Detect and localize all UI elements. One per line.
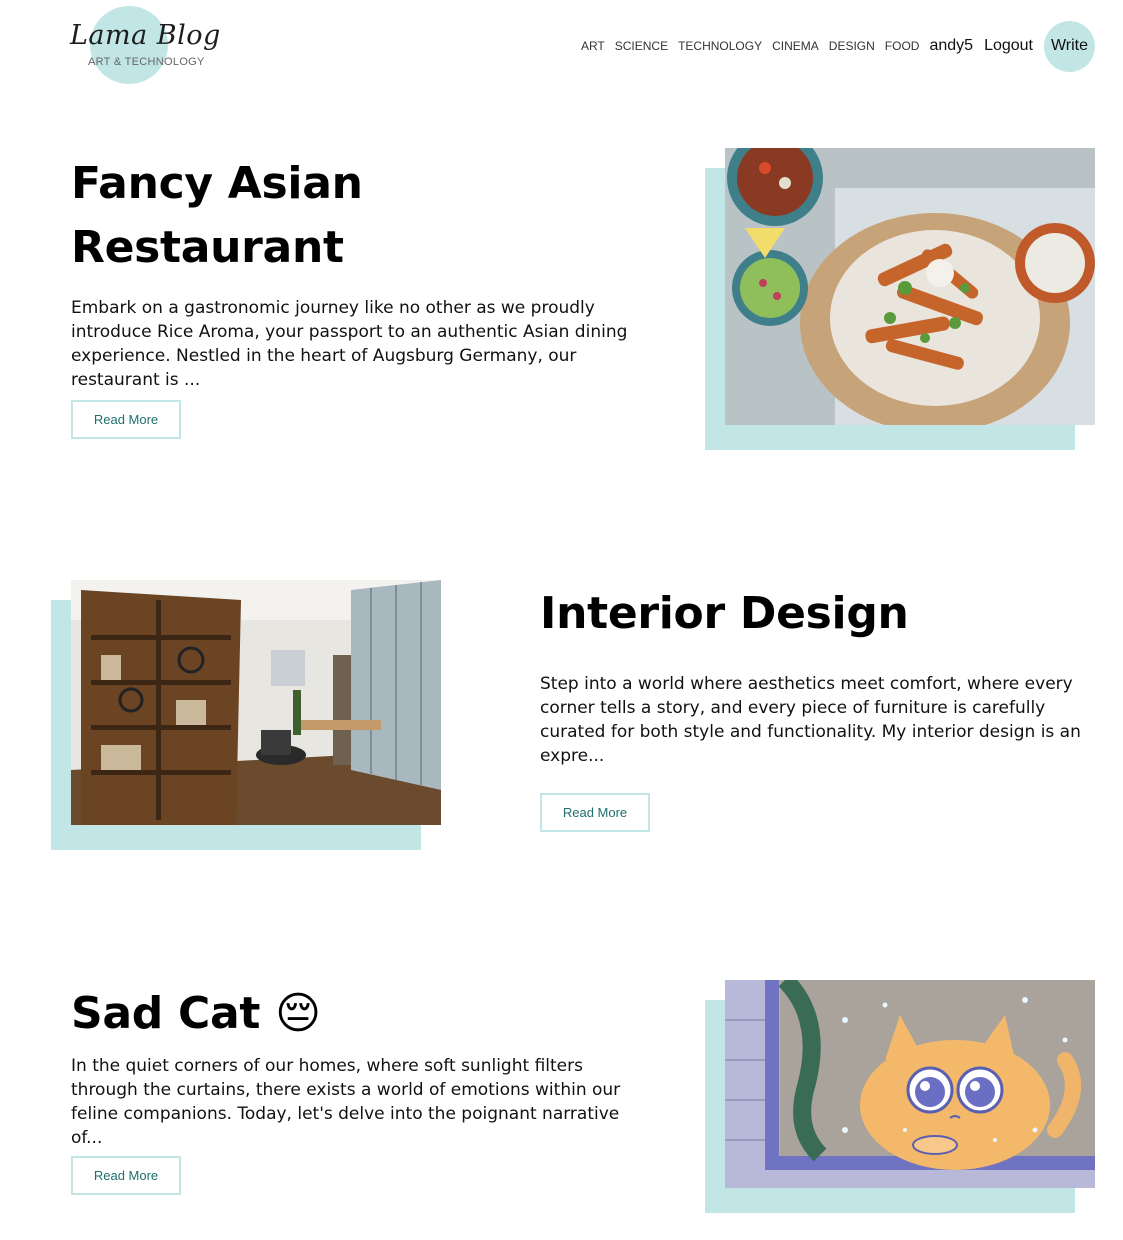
- office-interior-photo[interactable]: [71, 580, 441, 825]
- post-content: Fancy Asian Restaurant Embark on a gastr…: [71, 152, 631, 439]
- write-button[interactable]: Write: [1044, 20, 1095, 72]
- nav-link-technology[interactable]: TECHNOLOGY: [678, 39, 762, 53]
- username: andy5: [929, 37, 974, 54]
- nav-link-science[interactable]: SCIENCE: [615, 39, 668, 53]
- logo-title: Lama Blog: [70, 20, 221, 51]
- logo[interactable]: Lama Blog ART & TECHNOLOGY: [70, 6, 220, 84]
- post-content: Sad Cat 😔 In the quiet corners of our ho…: [71, 982, 631, 1195]
- post-image-frame: [705, 148, 1095, 450]
- post-title: Interior Design: [540, 588, 909, 639]
- nav-link-design[interactable]: DESIGN: [829, 39, 875, 53]
- post-title: Sad Cat 😔: [71, 988, 321, 1039]
- post-card: Sad Cat 😔 In the quiet corners of our ho…: [0, 980, 1123, 1213]
- post-image-frame: [705, 980, 1095, 1213]
- post-title: Fancy Asian Restaurant: [71, 158, 363, 273]
- logout-link[interactable]: Logout: [984, 37, 1033, 55]
- logo-subtitle: ART & TECHNOLOGY: [88, 56, 205, 68]
- read-more-button[interactable]: Read More: [71, 1156, 181, 1195]
- nav-link-food[interactable]: FOOD: [885, 39, 920, 53]
- post-description: In the quiet corners of our homes, where…: [71, 1056, 621, 1148]
- post-description: Step into a world where aesthetics meet …: [540, 674, 1081, 766]
- read-more-button[interactable]: Read More: [71, 400, 181, 439]
- post-content: Interior Design Step into a world where …: [540, 582, 1100, 832]
- read-more-button[interactable]: Read More: [540, 793, 650, 832]
- navbar: Lama Blog ART & TECHNOLOGY ART SCIENCE T…: [0, 0, 1123, 92]
- post-card: Interior Design Step into a world where …: [0, 580, 1123, 850]
- nav-link-art[interactable]: ART: [581, 39, 605, 53]
- nav-links: ART SCIENCE TECHNOLOGY CINEMA DESIGN FOO…: [581, 20, 1095, 72]
- post-image-frame: [51, 580, 441, 882]
- nav-link-cinema[interactable]: CINEMA: [772, 39, 819, 53]
- food-platter-photo[interactable]: [725, 148, 1095, 425]
- post-description: Embark on a gastronomic journey like no …: [71, 298, 628, 390]
- post-card: Fancy Asian Restaurant Embark on a gastr…: [0, 148, 1123, 450]
- sad-cat-illustration[interactable]: [725, 980, 1095, 1188]
